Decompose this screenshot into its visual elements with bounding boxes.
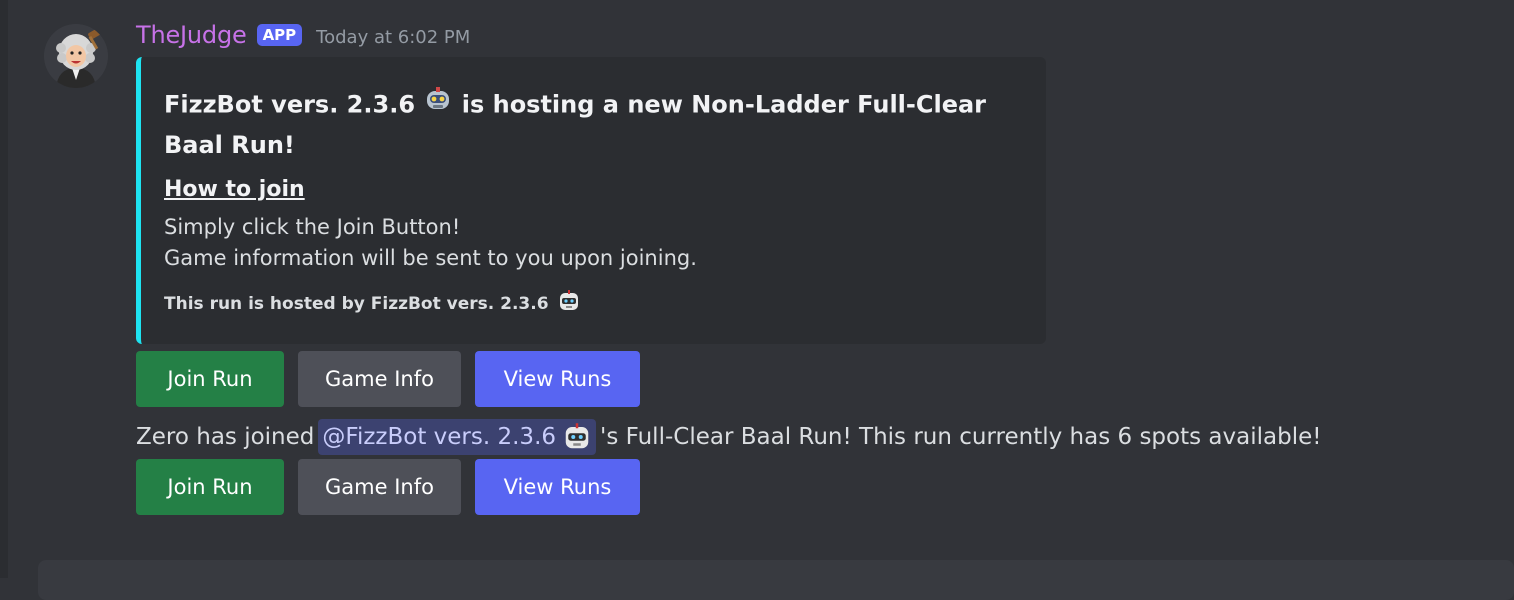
action-row-1: Join Run Game Info View Runs [136, 351, 640, 407]
scroll-edge [0, 0, 8, 578]
message-timestamp[interactable]: Today at 6:02 PM [316, 27, 470, 48]
embed-field-value: Simply click the Join Button! Game infor… [164, 212, 697, 274]
join-notice: Zero has joined @FizzBot vers. 2.3.6 's … [136, 419, 1321, 455]
embed-footer-text: This run is hosted by FizzBot vers. 2.3.… [164, 293, 549, 314]
game-info-button[interactable]: Game Info [298, 459, 461, 515]
embed-title-host: FizzBot vers. 2.3.6 [164, 90, 416, 119]
run-embed: FizzBot vers. 2.3.6 is hosting a new Non… [136, 57, 1046, 344]
robot-emoji-icon [423, 85, 453, 126]
game-info-button[interactable]: Game Info [298, 351, 461, 407]
embed-footer: This run is hosted by FizzBot vers. 2.3.… [164, 289, 581, 318]
action-row-2: Join Run Game Info View Runs [136, 459, 640, 515]
app-badge: APP [256, 24, 303, 46]
robot-face-emoji-icon [557, 289, 581, 318]
join-run-button[interactable]: Join Run [136, 459, 284, 515]
judge-avatar-icon[interactable] [44, 24, 108, 88]
message-composer[interactable] [38, 560, 1514, 600]
embed-field-line: Game information will be sent to you upo… [164, 246, 697, 270]
view-runs-button[interactable]: View Runs [475, 459, 640, 515]
view-runs-button[interactable]: View Runs [475, 351, 640, 407]
embed-field-line: Simply click the Join Button! [164, 215, 461, 239]
message-header: TheJudge APP Today at 6:02 PM [136, 18, 470, 52]
embed-title: FizzBot vers. 2.3.6 is hosting a new Non… [164, 85, 1004, 164]
join-run-button[interactable]: Join Run [136, 351, 284, 407]
user-mention[interactable]: @FizzBot vers. 2.3.6 [318, 419, 597, 455]
author-username[interactable]: TheJudge [136, 21, 247, 49]
robot-face-emoji-icon [565, 423, 589, 449]
user-mention-label: @FizzBot vers. 2.3.6 [322, 424, 557, 450]
embed-field-name: How to join [164, 177, 305, 202]
join-notice-after: 's Full-Clear Baal Run! This run current… [600, 424, 1322, 450]
join-notice-before: Zero has joined [136, 424, 315, 450]
